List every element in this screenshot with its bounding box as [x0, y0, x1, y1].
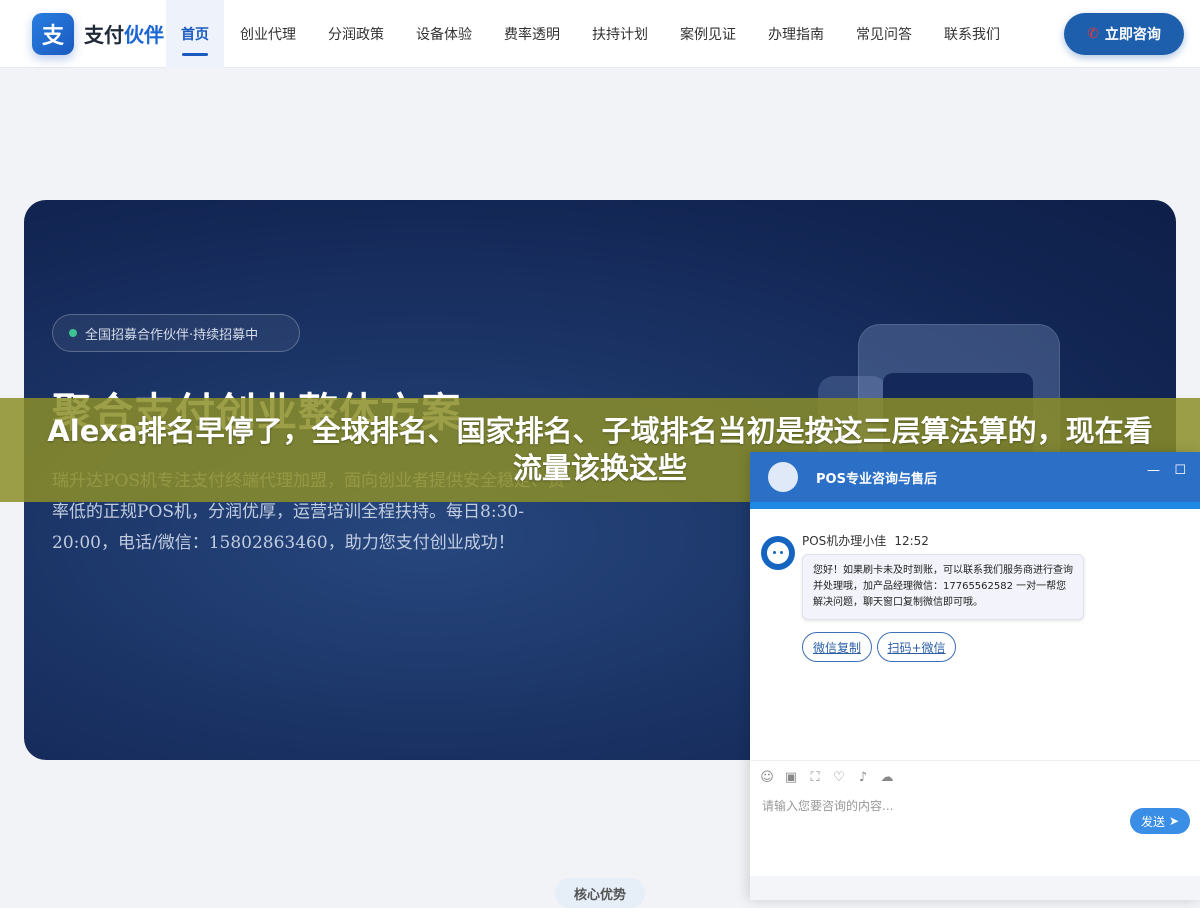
logo-mark: 支: [32, 12, 74, 55]
minimize-icon[interactable]: —: [1147, 464, 1160, 478]
nav-item-support-plan[interactable]: 扶持计划: [576, 0, 664, 68]
chat-footer: [750, 876, 1200, 900]
nav-item-device-trial[interactable]: 设备体验: [400, 0, 488, 68]
agent-face-icon: [767, 542, 789, 564]
nav-item-cases[interactable]: 案例见证: [664, 0, 752, 68]
message-meta: POS机办理小佳 12:52: [802, 532, 929, 549]
site-header: 支 支付伙伴 首页 创业代理 分润政策 设备体验 费率透明 扶持计划 案例见证 …: [0, 0, 1200, 68]
chat-divider: [750, 760, 1200, 761]
emoji-icon[interactable]: ☺: [760, 770, 774, 785]
image-icon[interactable]: ▣: [784, 770, 798, 785]
nav-item-profit-policy[interactable]: 分润政策: [312, 0, 400, 68]
agent-avatar: [761, 536, 795, 570]
maximize-icon[interactable]: ☐: [1174, 464, 1186, 478]
recruit-badge: 全国招募合作伙伴·持续招募中: [52, 314, 300, 352]
wechat-icon[interactable]: ☁: [880, 770, 894, 785]
send-arrow-icon: ➤: [1168, 814, 1180, 828]
send-button[interactable]: 发送 ➤: [1130, 808, 1190, 834]
screenshot-icon[interactable]: ⛶: [808, 770, 822, 785]
copy-wechat-button[interactable]: 微信复制: [802, 632, 872, 662]
logo-text: 支付伙伴: [84, 23, 164, 47]
section-tag: 核心优势: [555, 878, 645, 908]
message-bubble: 您好！如果刷卡未及时到账，可以联系我们服务商进行查询并处理哦，加产品经理微信：1…: [802, 554, 1084, 620]
nav-item-rates[interactable]: 费率透明: [488, 0, 576, 68]
nav-item-faq[interactable]: 常见问答: [840, 0, 928, 68]
message-time: 12:52: [894, 534, 929, 548]
chat-header: POS专业咨询与售后 — ☐: [750, 452, 1200, 502]
logo[interactable]: 支 支付伙伴: [32, 12, 164, 55]
rating-icon[interactable]: ♡: [832, 770, 846, 785]
chat-toolbar: ☺ ▣ ⛶ ♡ ♪ ☁: [760, 770, 904, 785]
agent-avatar-icon: [768, 462, 798, 492]
nav-item-contact[interactable]: 联系我们: [928, 0, 1016, 68]
chat-title: POS专业咨询与售后: [816, 472, 937, 487]
agent-name: POS机办理小佳: [802, 534, 887, 548]
chat-window[interactable]: POS专业咨询与售后 — ☐ POS机办理小佳 12:52 您好！如果刷卡未及时到…: [750, 452, 1200, 900]
nav-item-guide[interactable]: 办理指南: [752, 0, 840, 68]
chat-accent-strip: [750, 502, 1200, 509]
scan-wechat-button[interactable]: 扫码+微信: [877, 632, 956, 662]
main-nav: 首页 创业代理 分润政策 设备体验 费率透明 扶持计划 案例见证 办理指南 常见…: [166, 0, 1016, 68]
consult-now-button[interactable]: ✆ 立即咨询: [1064, 13, 1184, 55]
sound-icon[interactable]: ♪: [856, 770, 870, 785]
nav-item-home[interactable]: 首页: [166, 0, 224, 68]
phone-icon: ✆: [1087, 26, 1099, 42]
chat-input[interactable]: [760, 798, 1124, 814]
nav-item-agency[interactable]: 创业代理: [224, 0, 312, 68]
status-dot-icon: [69, 329, 77, 337]
